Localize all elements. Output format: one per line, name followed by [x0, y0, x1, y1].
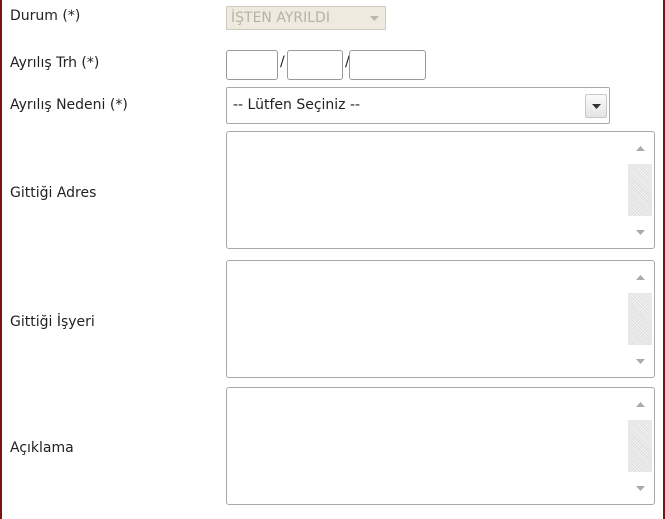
scroll-down-icon[interactable]	[628, 474, 652, 502]
durum-value: İŞTEN AYRILDI	[231, 10, 330, 26]
gittigi-isyeri-textarea[interactable]	[226, 260, 655, 378]
scroll-up-icon[interactable]	[628, 134, 652, 162]
scroll-up-icon[interactable]	[628, 263, 652, 291]
durum-select: İŞTEN AYRILDI	[226, 6, 386, 30]
ayrilis-nedeni-label: Ayrılış Nedeni (*)	[10, 97, 128, 113]
date-separator: /	[280, 54, 285, 70]
scroll-down-icon[interactable]	[628, 347, 652, 375]
ayrilis-trh-label: Ayrılış Trh (*)	[10, 55, 100, 71]
ayrilis-nedeni-selected: -- Lütfen Seçiniz --	[233, 97, 361, 113]
date-month-input[interactable]	[287, 50, 343, 80]
chevron-down-icon	[363, 7, 385, 29]
gittigi-adres-label: Gittiği Adres	[10, 185, 97, 201]
aciklama-textarea[interactable]	[226, 387, 655, 505]
scroll-track[interactable]	[628, 164, 652, 216]
scroll-track[interactable]	[628, 420, 652, 472]
scrollbar[interactable]	[628, 134, 652, 246]
scrollbar[interactable]	[628, 263, 652, 375]
scroll-track[interactable]	[628, 293, 652, 345]
date-day-input[interactable]	[226, 50, 278, 80]
gittigi-isyeri-label: Gittiği İşyeri	[10, 314, 95, 330]
ayrilis-nedeni-select[interactable]: -- Lütfen Seçiniz --	[226, 87, 610, 124]
scroll-up-icon[interactable]	[628, 390, 652, 418]
scrollbar[interactable]	[628, 390, 652, 502]
form-frame: Durum (*) İŞTEN AYRILDI Ayrılış Trh (*) …	[0, 0, 665, 519]
aciklama-label: Açıklama	[10, 440, 74, 456]
date-year-input[interactable]	[349, 50, 426, 80]
chevron-down-icon[interactable]	[585, 94, 607, 118]
durum-label: Durum (*)	[10, 8, 81, 24]
gittigi-adres-textarea[interactable]	[226, 131, 655, 249]
scroll-down-icon[interactable]	[628, 218, 652, 246]
